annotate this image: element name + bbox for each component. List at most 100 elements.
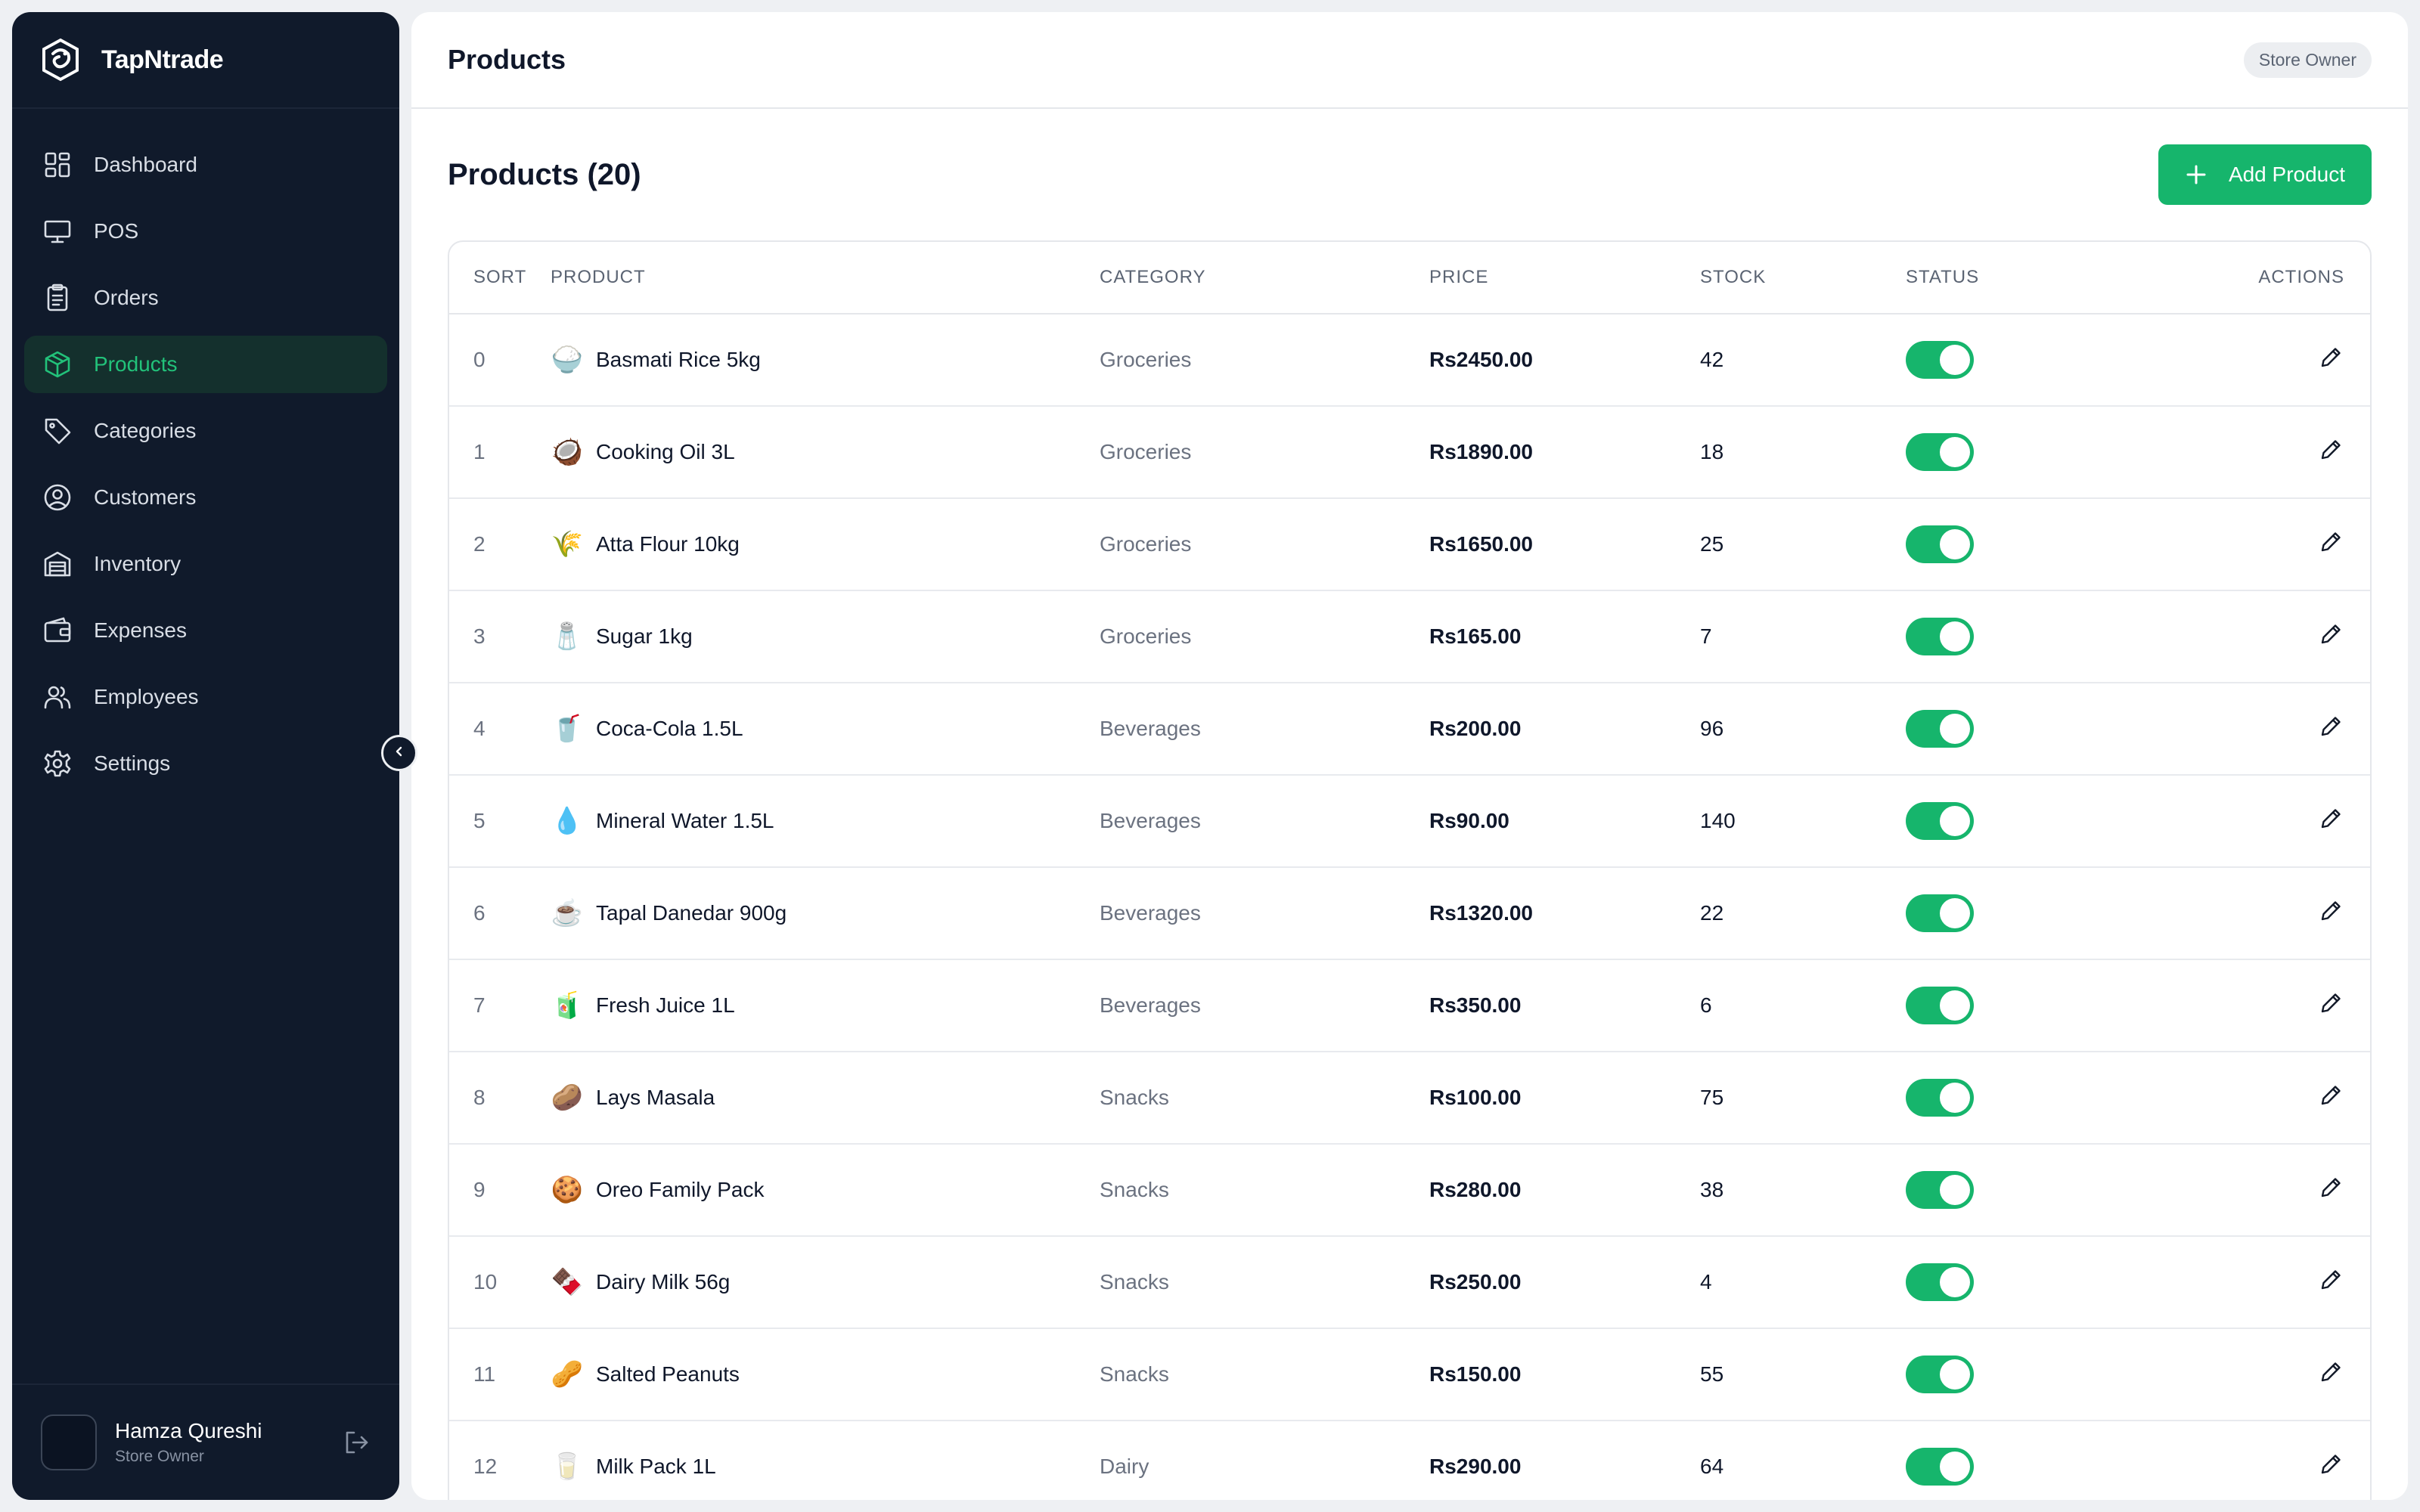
sidebar-item-expenses[interactable]: Expenses bbox=[24, 602, 387, 659]
edit-pencil-icon[interactable] bbox=[2317, 528, 2344, 556]
table-row: 3 🧂 Sugar 1kg Groceries Rs165.00 7 bbox=[449, 591, 2370, 683]
sidebar-item-label: Orders bbox=[94, 286, 159, 309]
product-name: Dairy Milk 56g bbox=[596, 1270, 731, 1294]
sidebar-item-dashboard[interactable]: Dashboard bbox=[24, 136, 387, 194]
column-header-sort[interactable]: SORT bbox=[449, 267, 551, 288]
product-category: Groceries bbox=[1100, 624, 1192, 648]
sort-order: 6 bbox=[473, 901, 486, 925]
warehouse-icon bbox=[42, 549, 73, 579]
product-sugar-icon: 🧂 bbox=[551, 622, 584, 651]
sort-order: 4 bbox=[473, 717, 486, 740]
product-stock: 140 bbox=[1700, 809, 1736, 832]
product-price: Rs90.00 bbox=[1429, 809, 1509, 832]
sidebar-item-label: Expenses bbox=[94, 618, 187, 642]
sidebar-nav: Dashboard POS Orders Products Categories bbox=[12, 109, 399, 792]
sidebar-item-customers[interactable]: Customers bbox=[24, 469, 387, 526]
product-rice-icon: 🍚 bbox=[551, 345, 584, 374]
column-header-actions: ACTIONS bbox=[2258, 267, 2344, 287]
edit-pencil-icon[interactable] bbox=[2317, 436, 2344, 463]
status-toggle[interactable] bbox=[1906, 894, 1974, 932]
product-name: Lays Masala bbox=[596, 1086, 715, 1109]
product-price: Rs100.00 bbox=[1429, 1086, 1522, 1109]
avatar[interactable] bbox=[41, 1414, 97, 1470]
edit-pencil-icon[interactable] bbox=[2317, 990, 2344, 1017]
topbar: Products Store Owner bbox=[411, 12, 2408, 109]
status-toggle[interactable] bbox=[1906, 525, 1974, 563]
sort-order: 5 bbox=[473, 809, 486, 832]
product-water-icon: 💧 bbox=[551, 807, 584, 835]
product-price: Rs350.00 bbox=[1429, 993, 1522, 1017]
product-price: Rs2450.00 bbox=[1429, 348, 1534, 371]
user-role: Store Owner bbox=[115, 1448, 204, 1465]
product-stock: 22 bbox=[1700, 901, 1724, 925]
add-product-label: Add Product bbox=[2228, 163, 2346, 186]
clipboard-icon bbox=[42, 283, 73, 313]
status-toggle[interactable] bbox=[1906, 1171, 1974, 1209]
edit-pencil-icon[interactable] bbox=[2317, 1266, 2344, 1294]
product-soda-icon: 🥤 bbox=[551, 714, 584, 743]
status-toggle[interactable] bbox=[1906, 710, 1974, 748]
column-header-product: PRODUCT bbox=[551, 267, 646, 287]
edit-pencil-icon[interactable] bbox=[2317, 805, 2344, 832]
status-toggle[interactable] bbox=[1906, 341, 1974, 379]
edit-pencil-icon[interactable] bbox=[2317, 1082, 2344, 1109]
product-name: Milk Pack 1L bbox=[596, 1455, 716, 1478]
sort-order: 9 bbox=[473, 1178, 486, 1201]
sidebar-item-pos[interactable]: POS bbox=[24, 203, 387, 260]
collapse-sidebar-button[interactable] bbox=[381, 735, 417, 771]
product-name: Sugar 1kg bbox=[596, 624, 693, 648]
sidebar-item-orders[interactable]: Orders bbox=[24, 269, 387, 327]
sidebar-item-inventory[interactable]: Inventory bbox=[24, 535, 387, 593]
edit-pencil-icon[interactable] bbox=[2317, 1451, 2344, 1478]
sidebar-item-label: Customers bbox=[94, 485, 197, 509]
product-category: Dairy bbox=[1100, 1455, 1150, 1478]
product-price: Rs1320.00 bbox=[1429, 901, 1534, 925]
main-panel: Products Store Owner Products (20) Add P… bbox=[411, 12, 2408, 1500]
table-row: 7 🧃 Fresh Juice 1L Beverages Rs350.00 6 bbox=[449, 960, 2370, 1052]
plus-icon bbox=[2185, 163, 2207, 186]
product-stock: 42 bbox=[1700, 348, 1724, 371]
status-toggle[interactable] bbox=[1906, 1079, 1974, 1117]
status-toggle[interactable] bbox=[1906, 618, 1974, 655]
column-header-category: CATEGORY bbox=[1100, 267, 1206, 287]
edit-pencil-icon[interactable] bbox=[2317, 713, 2344, 740]
add-product-button[interactable]: Add Product bbox=[2158, 144, 2372, 205]
product-stock: 7 bbox=[1700, 624, 1712, 648]
product-category: Groceries bbox=[1100, 532, 1192, 556]
product-category: Snacks bbox=[1100, 1178, 1169, 1201]
product-price: Rs1650.00 bbox=[1429, 532, 1534, 556]
sidebar-item-categories[interactable]: Categories bbox=[24, 402, 387, 460]
brand[interactable]: TapNtrade bbox=[12, 12, 399, 109]
sidebar-item-employees[interactable]: Employees bbox=[24, 668, 387, 726]
product-name: Basmati Rice 5kg bbox=[596, 348, 761, 371]
user-name: Hamza Qureshi bbox=[115, 1419, 262, 1442]
edit-pencil-icon[interactable] bbox=[2317, 1174, 2344, 1201]
table-row: 12 🥛 Milk Pack 1L Dairy Rs290.00 64 bbox=[449, 1421, 2370, 1500]
product-stock: 64 bbox=[1700, 1455, 1724, 1478]
status-toggle[interactable] bbox=[1906, 433, 1974, 471]
status-toggle[interactable] bbox=[1906, 1356, 1974, 1393]
status-toggle[interactable] bbox=[1906, 1263, 1974, 1301]
logout-icon[interactable] bbox=[342, 1428, 371, 1457]
sort-order: 2 bbox=[473, 532, 486, 556]
edit-pencil-icon[interactable] bbox=[2317, 1359, 2344, 1386]
product-name: Mineral Water 1.5L bbox=[596, 809, 774, 832]
product-oil-icon: 🥥 bbox=[551, 438, 584, 466]
status-toggle[interactable] bbox=[1906, 987, 1974, 1024]
status-toggle[interactable] bbox=[1906, 802, 1974, 840]
sort-order: 8 bbox=[473, 1086, 486, 1109]
sidebar-item-products[interactable]: Products bbox=[24, 336, 387, 393]
sidebar-item-settings[interactable]: Settings bbox=[24, 735, 387, 792]
users-icon bbox=[42, 682, 73, 712]
edit-pencil-icon[interactable] bbox=[2317, 621, 2344, 648]
sidebar: TapNtrade Dashboard POS Orders Products bbox=[12, 12, 399, 1500]
product-price: Rs290.00 bbox=[1429, 1455, 1522, 1478]
product-stock: 55 bbox=[1700, 1362, 1724, 1386]
user-circle-icon bbox=[42, 482, 73, 513]
status-toggle[interactable] bbox=[1906, 1448, 1974, 1486]
edit-pencil-icon[interactable] bbox=[2317, 897, 2344, 925]
product-cookie-icon: 🍪 bbox=[551, 1176, 584, 1204]
gear-icon bbox=[42, 748, 73, 779]
edit-pencil-icon[interactable] bbox=[2317, 344, 2344, 371]
table-row: 0 🍚 Basmati Rice 5kg Groceries Rs2450.00 … bbox=[449, 314, 2370, 407]
